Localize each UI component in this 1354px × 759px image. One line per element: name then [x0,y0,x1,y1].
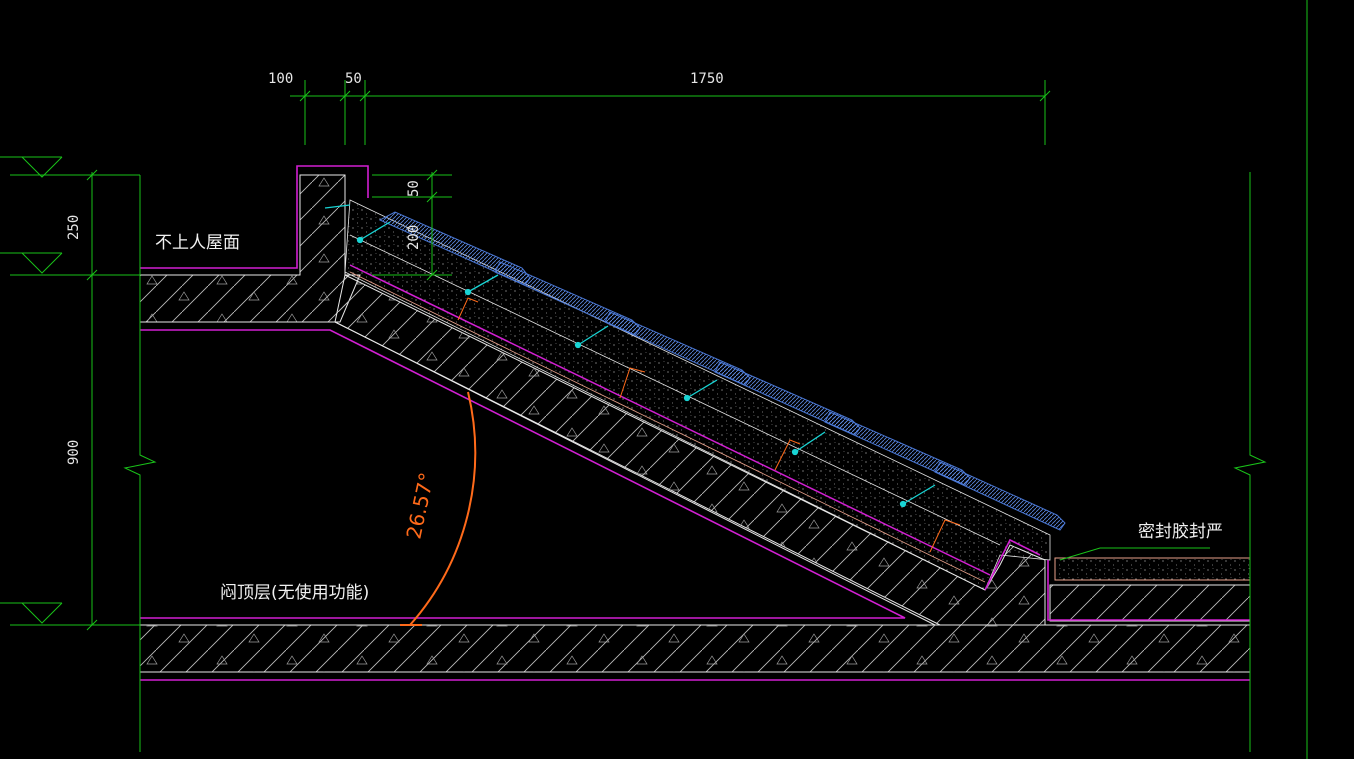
dim-vert-200: 200 [406,225,422,250]
cad-section-drawing: 26.57° 100 50 1750 250 900 50 200 不上人屋面 … [0,0,1308,759]
dim-vert-50: 50 [406,180,422,197]
label-attic-floor: 闷顶层(无使用功能) [220,582,369,603]
lower-roof-layer-top [1054,557,1251,581]
dim-top-1750: 1750 [690,71,724,87]
label-sealant: 密封胶封严 [1138,522,1223,542]
dim-top-100: 100 [268,71,293,87]
roof-buildup-layers [344,199,1051,591]
dim-left-900: 900 [66,440,82,465]
angle-marker: 26.57° [400,391,477,626]
label-upper-roof: 不上人屋面 [155,233,240,253]
angle-label: 26.57° [401,470,438,541]
dim-top-50: 50 [345,71,362,87]
dim-left-250: 250 [66,215,82,240]
lower-roof-layer-bottom [1049,584,1251,622]
